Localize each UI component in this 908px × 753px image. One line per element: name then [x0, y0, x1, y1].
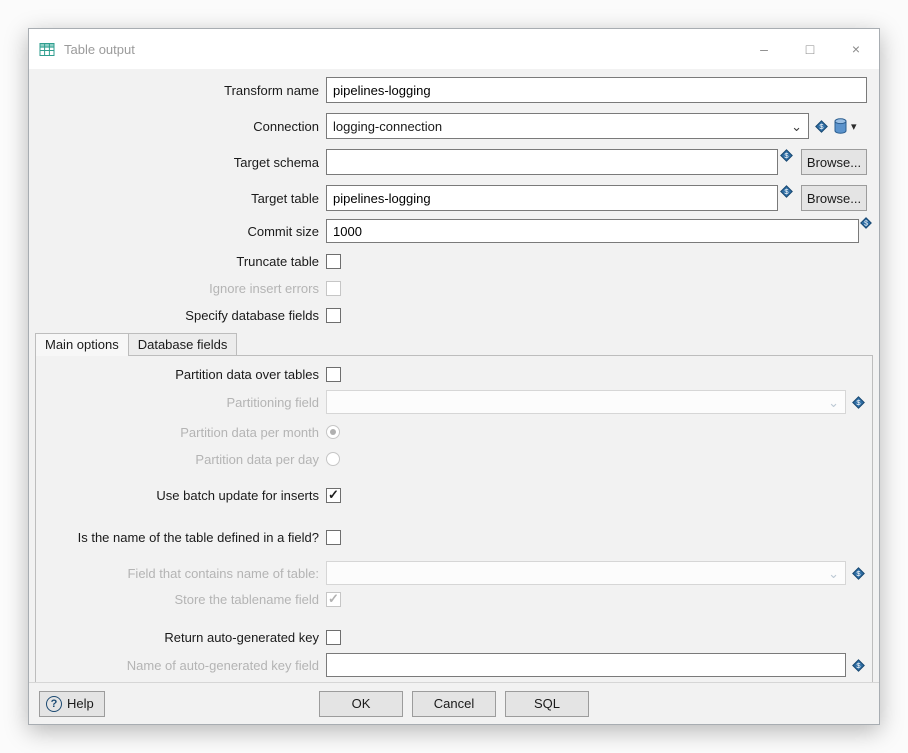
use-batch-update-checkbox[interactable]: ✓	[326, 488, 341, 503]
cancel-button[interactable]: Cancel	[412, 691, 496, 717]
target-table-input[interactable]	[326, 185, 778, 211]
main-options-panel: Partition data over tables Partitioning …	[35, 356, 873, 682]
maximize-button[interactable]: □	[787, 29, 833, 69]
chevron-down-icon[interactable]: ⌄	[787, 120, 806, 133]
partition-over-tables-checkbox[interactable]	[326, 367, 341, 382]
specify-database-fields-checkbox[interactable]	[326, 308, 341, 323]
partition-per-day-label: Partition data per day	[36, 452, 326, 467]
tab-database-fields[interactable]: Database fields	[129, 333, 238, 355]
variable-icon[interactable]: $	[815, 120, 828, 133]
dialog-footer: ? Help OK Cancel SQL	[29, 682, 879, 724]
connection-menu-dropdown-icon[interactable]: ▾	[851, 120, 857, 133]
database-icon[interactable]	[834, 118, 847, 134]
table-name-in-field-label: Is the name of the table defined in a fi…	[36, 530, 326, 545]
help-button-label: Help	[67, 696, 94, 711]
transform-name-label: Transform name	[29, 83, 326, 98]
commit-size-label: Commit size	[29, 224, 326, 239]
ignore-insert-errors-checkbox	[326, 281, 341, 296]
ignore-insert-errors-label: Ignore insert errors	[29, 281, 326, 296]
svg-text:$: $	[864, 220, 868, 227]
auto-key-field-input[interactable]	[326, 653, 846, 677]
sql-button[interactable]: SQL	[505, 691, 589, 717]
table-output-step-icon	[39, 42, 56, 57]
field-with-table-name-label: Field that contains name of table:	[36, 566, 326, 581]
variable-icon[interactable]: $	[852, 659, 865, 672]
field-with-table-name-combo: ⌄	[326, 561, 846, 585]
close-button[interactable]: ×	[833, 29, 879, 69]
store-tablename-checkbox: ✓	[326, 592, 341, 607]
minimize-button[interactable]: –	[741, 29, 787, 69]
return-auto-key-checkbox[interactable]	[326, 630, 341, 645]
table-name-in-field-checkbox[interactable]	[326, 530, 341, 545]
table-output-dialog: Table output – □ × Transform name Connec…	[28, 28, 880, 725]
tab-bar: Main options Database fields	[35, 333, 873, 356]
variable-icon[interactable]: $	[780, 149, 793, 162]
tab-main-options[interactable]: Main options	[35, 333, 129, 356]
truncate-table-label: Truncate table	[29, 254, 326, 269]
target-table-label: Target table	[29, 191, 326, 206]
window-title: Table output	[64, 42, 741, 57]
variable-icon: $	[852, 567, 865, 580]
browse-table-button[interactable]: Browse...	[801, 185, 867, 211]
variable-icon[interactable]: $	[780, 185, 793, 198]
target-schema-input[interactable]	[326, 149, 778, 175]
specify-database-fields-label: Specify database fields	[29, 308, 326, 323]
help-icon: ?	[46, 696, 62, 712]
variable-icon[interactable]: $	[860, 217, 872, 229]
variable-icon: $	[852, 396, 865, 409]
partition-over-tables-label: Partition data over tables	[36, 367, 326, 382]
partitioning-field-combo: ⌄	[326, 390, 846, 414]
partition-per-month-radio	[326, 425, 340, 439]
check-icon: ✓	[328, 488, 339, 501]
store-tablename-label: Store the tablename field	[36, 592, 326, 607]
partition-per-month-label: Partition data per month	[36, 425, 326, 440]
partitioning-field-label: Partitioning field	[36, 395, 326, 410]
ok-button[interactable]: OK	[319, 691, 403, 717]
connection-label: Connection	[29, 119, 326, 134]
chevron-down-icon: ⌄	[824, 396, 843, 409]
commit-size-input[interactable]	[326, 219, 859, 243]
check-icon: ✓	[328, 592, 339, 605]
partition-per-day-radio	[326, 452, 340, 466]
browse-schema-button[interactable]: Browse...	[801, 149, 867, 175]
auto-key-field-label: Name of auto-generated key field	[36, 658, 326, 673]
target-schema-label: Target schema	[29, 155, 326, 170]
chevron-down-icon: ⌄	[824, 567, 843, 580]
return-auto-key-label: Return auto-generated key	[36, 630, 326, 645]
connection-value: logging-connection	[333, 119, 787, 134]
options-tab-group: Main options Database fields Partition d…	[35, 333, 873, 682]
help-button[interactable]: ? Help	[39, 691, 105, 717]
truncate-table-checkbox[interactable]	[326, 254, 341, 269]
use-batch-update-label: Use batch update for inserts	[36, 488, 326, 503]
titlebar: Table output – □ ×	[29, 29, 879, 69]
transform-name-input[interactable]	[326, 77, 867, 103]
dialog-body: Transform name Connection logging-connec…	[29, 69, 879, 682]
connection-combo[interactable]: logging-connection ⌄	[326, 113, 809, 139]
